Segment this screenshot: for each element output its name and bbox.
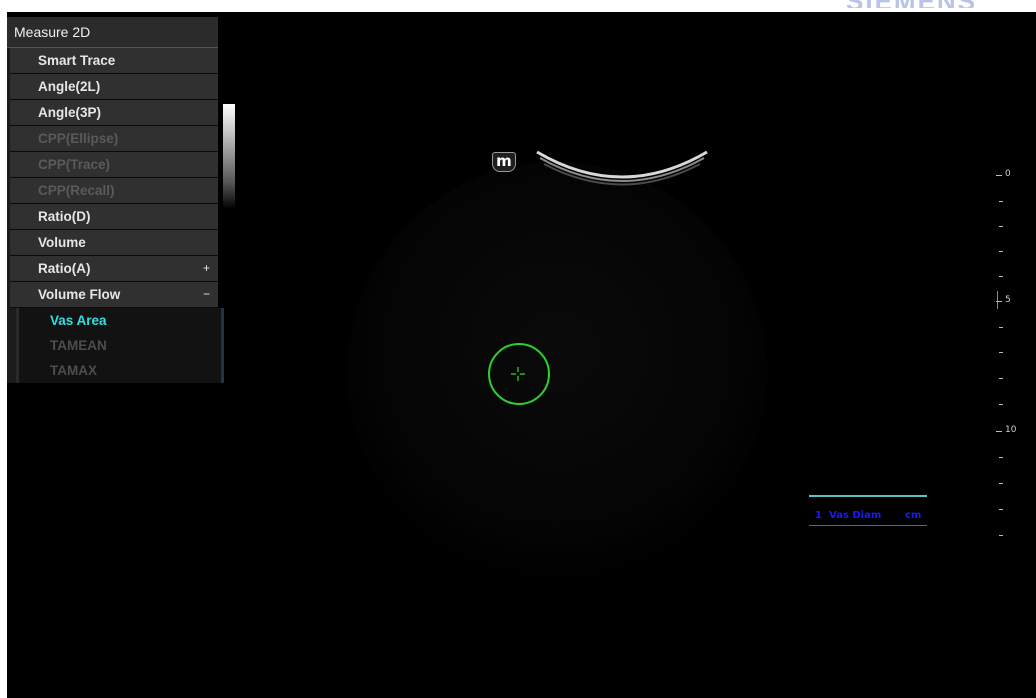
menu-item-ratio-d[interactable]: Ratio(D) (10, 204, 218, 230)
menu-item-cpp-recall: CPP(Recall) (10, 178, 218, 204)
menu-item-label: Ratio(A) (38, 261, 91, 276)
depth-label-5: 5 (1005, 295, 1011, 305)
menu-item-label: CPP(Ellipse) (38, 131, 119, 146)
menu-item-label: Angle(3P) (38, 105, 102, 120)
submenu-item-tamean: TAMEAN (50, 338, 107, 353)
expand-icon[interactable]: + (203, 256, 210, 281)
brand-logo: SIEMENS (846, 0, 977, 8)
collapse-icon[interactable]: − (203, 282, 210, 307)
menu-item-volume[interactable]: Volume (10, 230, 218, 256)
menu-item-angle-2l[interactable]: Angle(2L) (10, 74, 218, 100)
depth-scale: 0 5 10 (987, 12, 1036, 698)
depth-tick (999, 457, 1003, 458)
result-index: 1 (815, 510, 822, 521)
depth-tick (999, 327, 1003, 328)
menu-item-label: Smart Trace (38, 53, 116, 68)
menu-item-ratio-a[interactable]: Ratio(A) + (10, 256, 218, 282)
image-sector (347, 162, 767, 582)
transducer-arc (536, 150, 708, 186)
depth-tick (999, 226, 1003, 227)
depth-tick (999, 404, 1003, 405)
depth-tick (996, 175, 1002, 176)
menu-item-cpp-trace: CPP(Trace) (10, 152, 218, 178)
focus-marker (997, 291, 998, 309)
ultrasound-screen: Measure 2D Smart Trace Angle(2L) Angle(3… (7, 12, 1036, 698)
menu-item-label: CPP(Recall) (38, 183, 115, 198)
result-unit: cm (905, 510, 922, 521)
depth-tick (999, 352, 1003, 353)
menu-item-label: Volume Flow (38, 287, 121, 302)
measurement-result-box: 1 Vas Diam cm (809, 495, 927, 526)
menu-item-angle-3p[interactable]: Angle(3P) (10, 100, 218, 126)
result-row: 1 Vas Diam cm (809, 508, 927, 523)
depth-tick (999, 251, 1003, 252)
depth-tick (999, 509, 1003, 510)
depth-tick (996, 431, 1002, 432)
submenu-item-vas-area[interactable]: Vas Area (19, 308, 221, 333)
depth-tick (999, 483, 1003, 484)
volume-flow-submenu: Vas Area TAMEAN TAMAX (16, 308, 224, 383)
depth-tick (999, 201, 1003, 202)
depth-tick (999, 535, 1003, 536)
result-name: Vas Diam (829, 510, 882, 521)
depth-tick (999, 276, 1003, 277)
menu-item-label: Volume (38, 235, 86, 250)
menu-item-label: CPP(Trace) (38, 157, 111, 172)
depth-label-0: 0 (1005, 169, 1011, 179)
depth-tick (999, 378, 1003, 379)
menu-item-cpp-ellipse: CPP(Ellipse) (10, 126, 218, 152)
depth-label-10: 10 (1005, 425, 1017, 435)
menu-title: Measure 2D (7, 17, 218, 48)
measure-menu: Measure 2D Smart Trace Angle(2L) Angle(3… (7, 17, 224, 383)
submenu-item-tamax: TAMAX (50, 363, 97, 378)
menu-item-smart-trace[interactable]: Smart Trace (10, 48, 218, 74)
menu-item-label: Ratio(D) (38, 209, 91, 224)
crosshair-icon[interactable] (510, 366, 526, 382)
menu-item-volume-flow[interactable]: Volume Flow − (10, 282, 218, 308)
menu-item-label: Angle(2L) (38, 79, 101, 94)
grayscale-bar (223, 104, 235, 209)
depth-tick (996, 301, 1002, 302)
probe-orientation-marker: m (492, 152, 516, 172)
